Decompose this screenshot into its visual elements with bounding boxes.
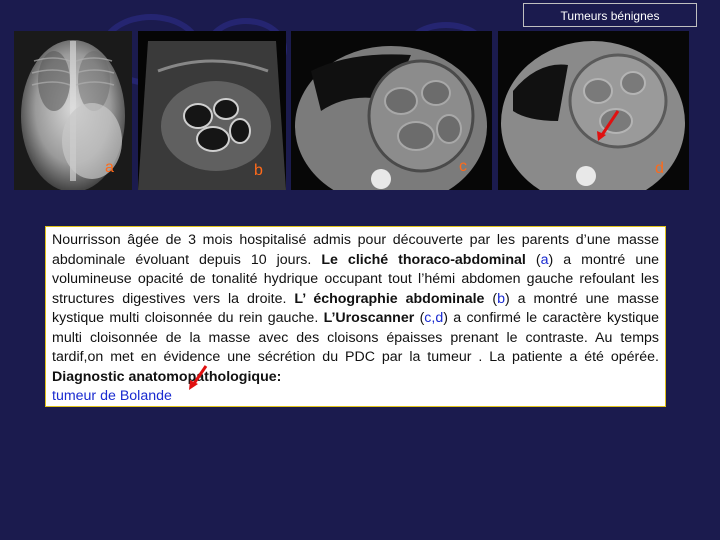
case-description: Nourrisson âgée de 3 mois hospitalisé ad…	[45, 226, 666, 407]
case-text-ref-a: a	[540, 251, 549, 268]
case-text-diagnosis-heading: Diagnostic anatomopathologique:	[52, 368, 282, 385]
image-panel-ct-c: c	[291, 31, 492, 190]
case-text-span: (	[484, 290, 498, 307]
slide-title: Tumeurs bénignes	[523, 3, 697, 27]
case-text-span: (	[414, 310, 425, 326]
ultrasound-image	[138, 31, 286, 190]
case-text-uro-heading: L’Uroscanner	[323, 310, 415, 326]
image-panel-ultrasound: b	[138, 31, 286, 190]
image-panel-xray: a	[14, 31, 132, 190]
panel-label-a: a	[105, 159, 114, 176]
case-text-echo-heading: L’ échographie abdominale	[294, 290, 485, 307]
case-text-xray-heading: Le cliché thoraco-abdominal	[321, 251, 526, 268]
panel-label-b: b	[254, 162, 263, 179]
arrow-icon	[189, 365, 208, 390]
panel-label-d: d	[655, 160, 664, 177]
panel-label-c: c	[459, 158, 467, 175]
case-text-span: (	[525, 251, 541, 268]
case-text-diagnosis: tumeur de Bolande	[52, 388, 172, 404]
image-panel-ct-d: d	[498, 31, 689, 190]
case-text-ref-cd: c,d	[424, 310, 444, 326]
xray-image	[14, 31, 132, 190]
case-text-ref-b: b	[497, 290, 506, 307]
